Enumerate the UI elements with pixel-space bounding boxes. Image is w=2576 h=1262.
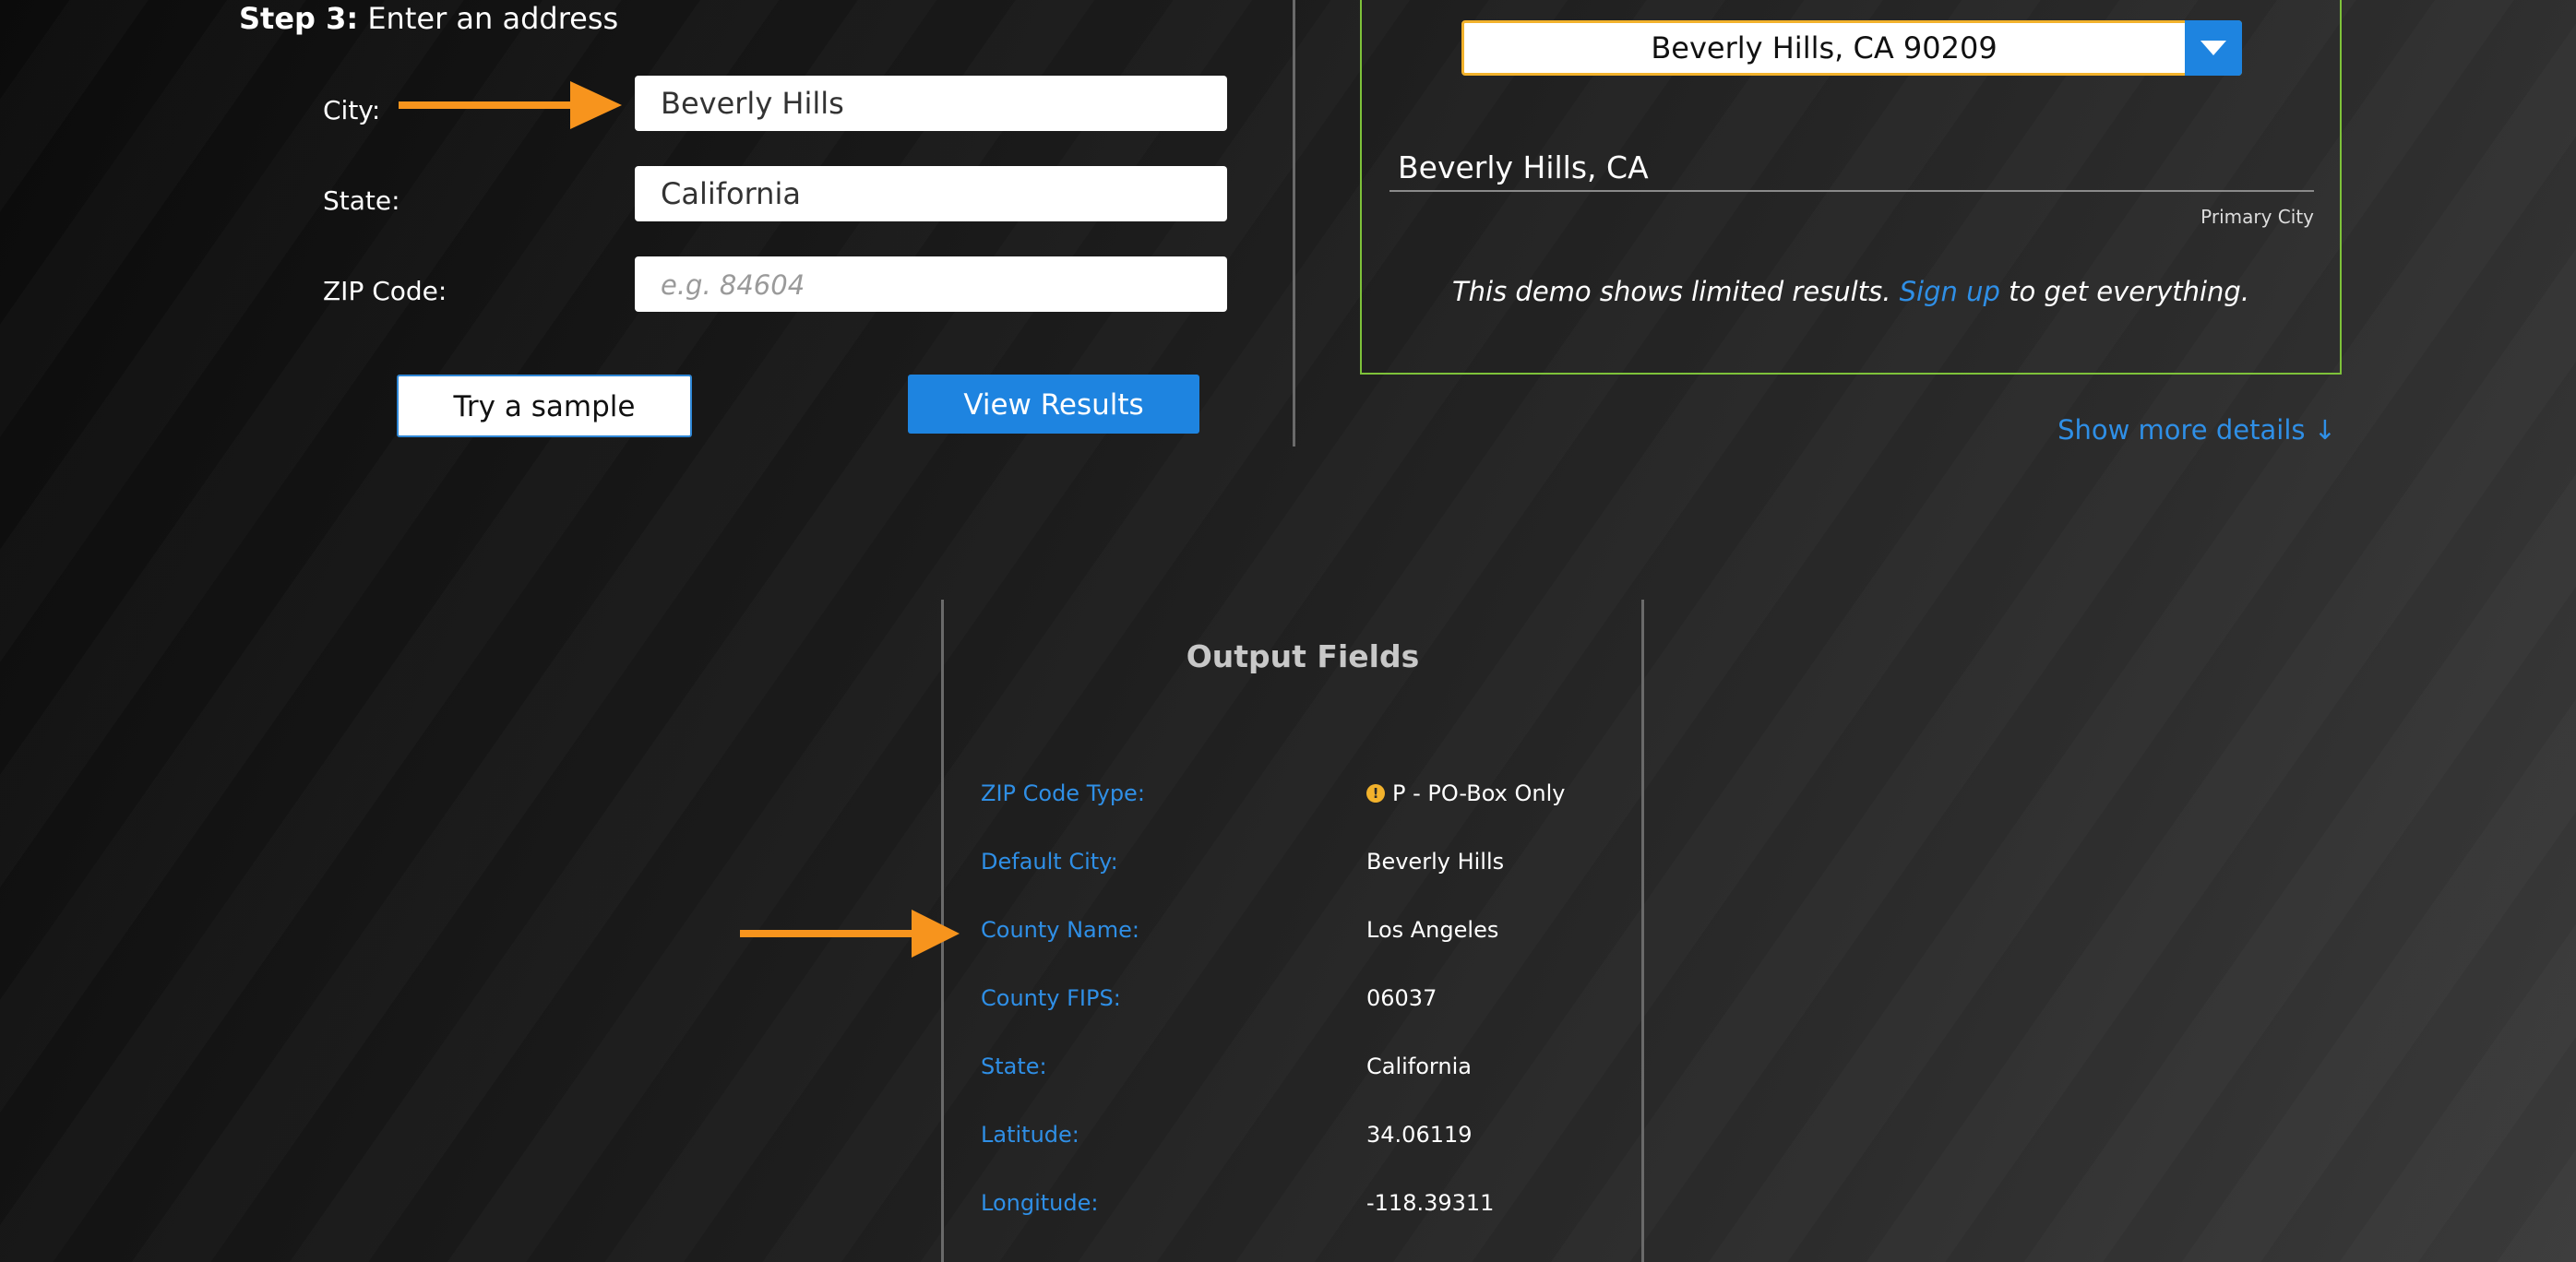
field-value-latitude: 34.06119 [1366,1122,1473,1148]
warning-icon: ! [1366,784,1385,803]
field-label-latitude: Latitude: [981,1122,1079,1148]
result-divider [1389,190,2314,192]
field-label-longitude: Longitude: [981,1190,1099,1216]
result-type-tag: Primary City [2200,206,2314,228]
orange-arrow-icon [399,81,622,129]
field-label-state: State: [981,1054,1047,1079]
field-label-county-name: County Name: [981,917,1139,943]
demo-note-text: This demo shows limited results. [1451,276,1891,307]
step-heading: Step 3: Enter an address [239,0,618,37]
result-title: Beverly Hills, CA [1398,149,1649,185]
view-results-button[interactable]: View Results [908,375,1199,434]
result-select[interactable]: Beverly Hills, CA 90209 [1461,20,2242,76]
try-sample-button[interactable]: Try a sample [397,375,692,437]
field-value-default-city: Beverly Hills [1366,849,1505,875]
demo-note: This demo shows limited results. Sign up… [1360,273,2342,310]
field-label-zip-code-type: ZIP Code Type: [981,780,1145,806]
caret-down-icon [2200,41,2226,55]
city-input[interactable] [635,76,1227,131]
show-more-details-link[interactable]: Show more details ↓ [2057,411,2336,448]
field-value-county-fips: 06037 [1366,985,1437,1011]
demo-note-tail: to get everything. [2009,276,2250,307]
output-right-divider [1641,600,1644,1262]
field-label-county-fips: County FIPS: [981,985,1121,1011]
dropdown-toggle[interactable] [2185,20,2242,76]
step-text: Enter an address [367,1,619,36]
result-select-value: Beverly Hills, CA 90209 [1651,30,1998,65]
field-value-zip-code-type: ! P - PO-Box Only [1366,778,1565,809]
zip-input[interactable] [635,256,1227,312]
step-number: Step 3: [239,1,359,36]
orange-arrow-icon [740,910,960,958]
zip-label: ZIP Code: [323,276,447,306]
state-label: State: [323,185,400,216]
city-label: City: [323,95,381,125]
field-label-default-city: Default City: [981,849,1118,875]
field-value-state: California [1366,1054,1472,1079]
column-divider [1293,0,1295,446]
field-value-zip-code-type-text: P - PO-Box Only [1392,780,1566,806]
sign-up-link[interactable]: Sign up [1900,276,2000,307]
field-value-county-name: Los Angeles [1366,917,1499,943]
state-input[interactable] [635,166,1227,221]
field-value-longitude: -118.39311 [1366,1190,1495,1216]
output-fields-title: Output Fields [1186,638,1420,674]
